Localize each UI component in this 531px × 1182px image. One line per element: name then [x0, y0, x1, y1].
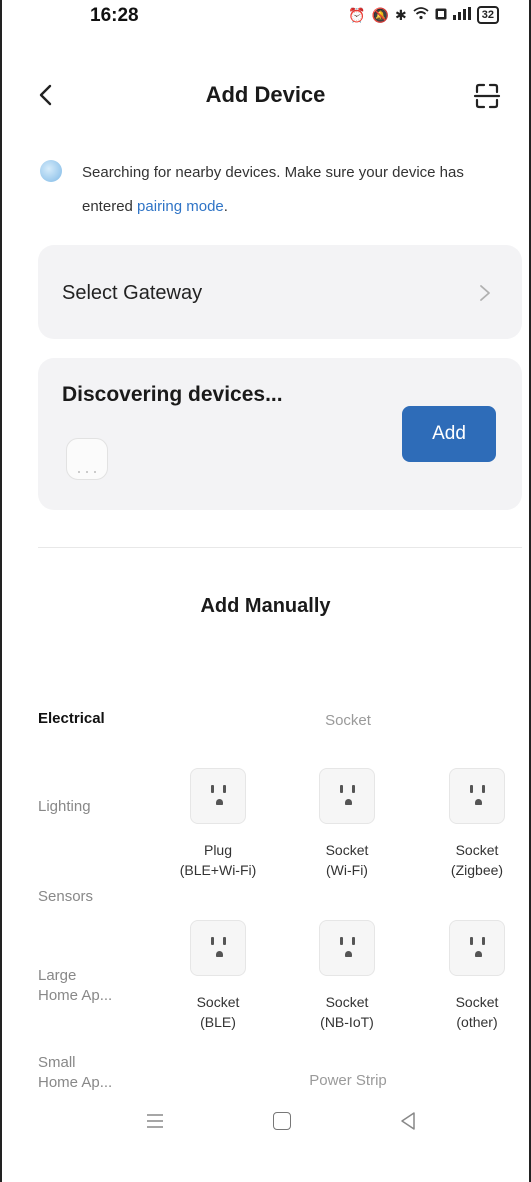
status-icons: ⏰ 🔕 ✱ 32: [348, 6, 499, 24]
header: Add Device: [2, 70, 529, 120]
search-info-text: Searching for nearby devices. Make sure …: [82, 164, 464, 215]
device-tile-label: Plug (BLE+Wi-Fi): [179, 842, 257, 878]
group-label-socket: Socket: [325, 712, 371, 729]
device-tile-label: Socket (Wi-Fi): [325, 842, 369, 878]
chevron-right-icon: [480, 285, 490, 301]
data-icon: [435, 7, 447, 23]
add-button[interactable]: Add: [402, 406, 496, 462]
socket-icon: [449, 768, 505, 824]
home-button[interactable]: [273, 1112, 291, 1130]
socket-icon: [319, 920, 375, 976]
status-time: 16:28: [90, 5, 139, 26]
battery-icon: 32: [476, 6, 499, 24]
device-tile-label: Socket (BLE): [196, 994, 240, 1030]
signal-icon: [452, 7, 471, 23]
device-tile[interactable]: Socket (Zigbee): [422, 768, 531, 880]
page-title: Add Device: [205, 82, 326, 107]
device-tile[interactable]: Socket (other): [422, 920, 531, 1032]
searching-indicator-icon: [40, 160, 62, 182]
device-tile[interactable]: Plug (BLE+Wi-Fi): [163, 768, 273, 880]
add-manually-title: Add Manually: [200, 595, 331, 617]
select-gateway-row[interactable]: Select Gateway: [38, 245, 522, 339]
system-back-button[interactable]: [398, 1110, 418, 1132]
pairing-mode-link[interactable]: pairing mode: [137, 198, 224, 215]
device-tile-label: Socket (Zigbee): [450, 842, 504, 878]
discovered-device-icon: [66, 438, 108, 480]
category-lighting[interactable]: Lighting: [38, 797, 128, 817]
socket-icon: [449, 920, 505, 976]
phone-screen: 16:28 ⏰ 🔕 ✱ 32 Add Device Searching for …: [0, 0, 531, 1182]
scan-button[interactable]: [471, 80, 503, 112]
divider: [38, 547, 522, 548]
category-large-home-appliances[interactable]: Large Home Ap...: [38, 966, 128, 1006]
socket-icon: [190, 920, 246, 976]
socket-icon: [190, 768, 246, 824]
wifi-icon: [413, 7, 429, 23]
alarm-icon: ⏰: [348, 6, 366, 23]
triangle-back-icon: [401, 1112, 415, 1130]
system-nav-bar: [2, 1100, 529, 1150]
device-tile-label: Socket (NB-IoT): [320, 994, 374, 1030]
device-tile-label: Socket (other): [455, 994, 499, 1030]
select-gateway-label: Select Gateway: [62, 282, 203, 304]
recent-apps-button[interactable]: [146, 1112, 164, 1130]
category-sensors[interactable]: Sensors: [38, 887, 128, 907]
menu-icon: [147, 1114, 163, 1128]
group-label-power-strip: Power Strip: [309, 1072, 387, 1089]
discovering-title: Discovering devices...: [62, 383, 283, 406]
mute-icon: 🔕: [371, 6, 390, 23]
discovering-card: Discovering devices... Add: [38, 358, 522, 510]
category-electrical[interactable]: Electrical: [38, 709, 128, 729]
device-tile[interactable]: Socket (BLE): [163, 920, 273, 1032]
category-small-home-appliances[interactable]: Small Home Ap...: [38, 1053, 128, 1093]
device-tile[interactable]: Socket (NB-IoT): [292, 920, 402, 1032]
scan-icon: [473, 83, 501, 109]
status-bar: 16:28 ⏰ 🔕 ✱ 32: [2, 0, 529, 50]
bluetooth-icon: ✱: [395, 6, 407, 23]
device-tile[interactable]: Socket (Wi-Fi): [292, 768, 402, 880]
socket-icon: [319, 768, 375, 824]
